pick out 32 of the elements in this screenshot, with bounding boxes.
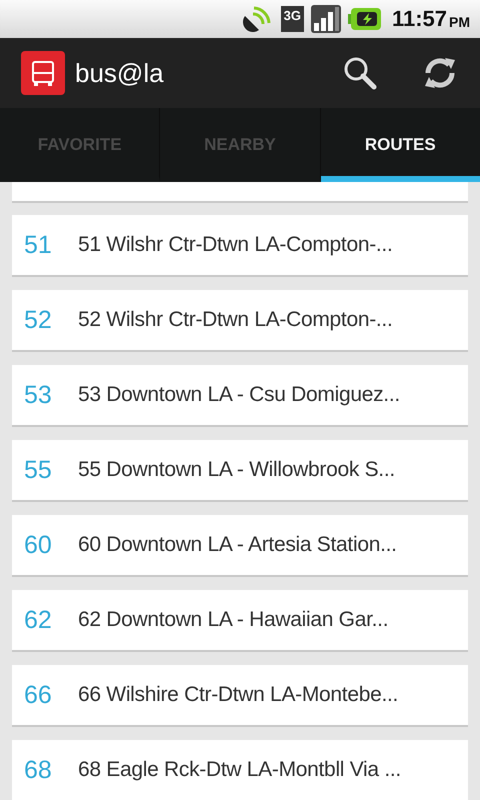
search-icon	[342, 55, 378, 91]
route-item[interactable]: 66 66 Wilshire Ctr-Dtwn LA-Montebe...	[12, 665, 468, 725]
route-number: 52	[23, 306, 53, 334]
route-number: 62	[23, 606, 53, 634]
route-item[interactable]: 52 52 Wilshr Ctr-Dtwn LA-Compton-...	[12, 290, 468, 350]
route-name: 62 Downtown LA - Hawaiian Gar...	[78, 608, 388, 632]
route-number: 55	[23, 456, 53, 484]
route-number: 68	[23, 756, 53, 784]
clock-meridiem: PM	[449, 14, 470, 30]
route-name: 68 Eagle Rck-Dtw LA-Montbll Via ...	[78, 758, 401, 782]
route-number: 51	[23, 230, 53, 260]
route-name: 55 Downtown LA - Willowbrook S...	[78, 458, 395, 482]
route-item[interactable]: 51 51 Wilshr Ctr-Dtwn LA-Compton-...	[12, 215, 468, 275]
signal-icon	[310, 4, 342, 34]
bus-logo-icon	[21, 51, 65, 95]
route-item[interactable]: 55 55 Downtown LA - Willowbrook S...	[12, 440, 468, 500]
route-item[interactable]: 68 68 Eagle Rck-Dtw LA-Montbll Via ...	[12, 740, 468, 800]
route-number: 53	[23, 380, 53, 410]
clock-time: 11:57	[392, 6, 447, 32]
route-name: 51 Wilshr Ctr-Dtwn LA-Compton-...	[78, 233, 393, 257]
battery-icon	[348, 7, 382, 31]
route-name: 60 Downtown LA - Artesia Station...	[78, 533, 397, 557]
app-title: bus@la	[75, 58, 164, 88]
route-name: 52 Wilshr Ctr-Dtwn LA-Compton-...	[78, 308, 393, 332]
route-item[interactable]: 60 60 Downtown LA - Artesia Station...	[12, 515, 468, 575]
route-number: 60	[23, 530, 53, 560]
route-name: 66 Wilshire Ctr-Dtwn LA-Montebe...	[78, 683, 398, 707]
route-name: 53 Downtown LA - Csu Domiguez...	[78, 383, 400, 407]
network-indicator: 3G	[280, 6, 304, 32]
route-number: 66	[23, 680, 53, 710]
route-item[interactable]: 62 62 Downtown LA - Hawaiian Gar...	[12, 590, 468, 650]
route-item[interactable]: 53 53 Downtown LA - Csu Domiguez...	[12, 365, 468, 425]
